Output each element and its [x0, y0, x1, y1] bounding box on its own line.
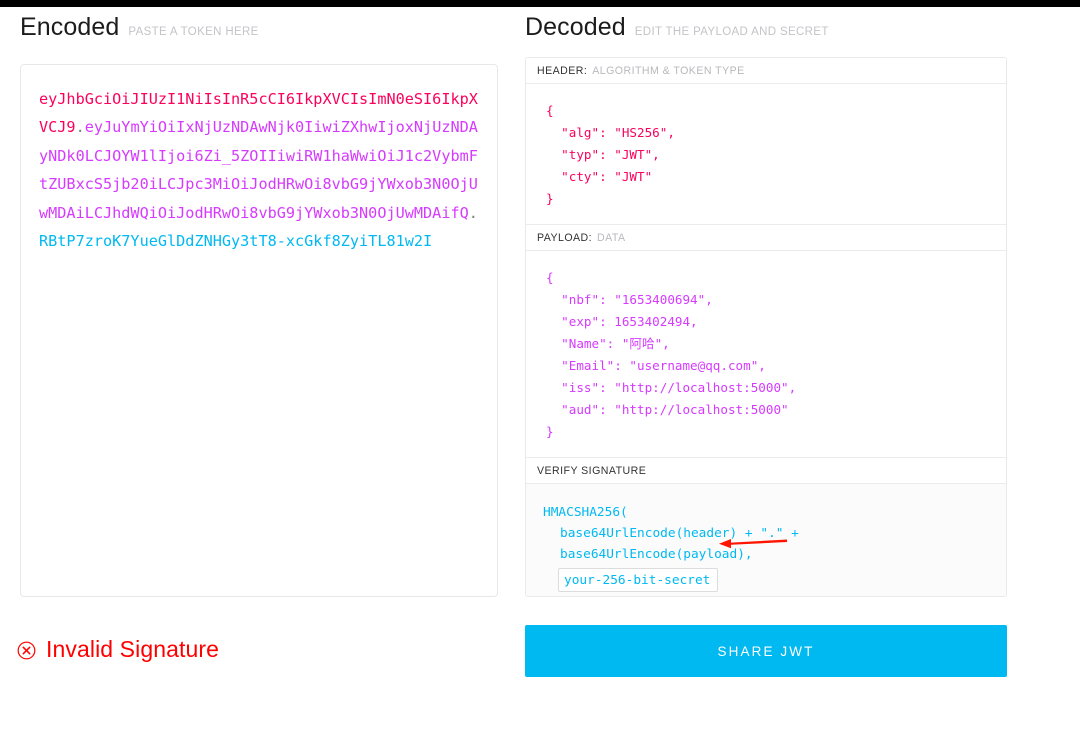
token-payload-part: eyJuYmYiOiIxNjUzNDAwNjk0IiwiZXhwIjoxNjUz… [39, 118, 478, 222]
payload-section-label: PAYLOAD: DATA [526, 225, 1006, 251]
secret-input[interactable] [558, 568, 718, 592]
encoded-subtitle: PASTE A TOKEN HERE [128, 26, 259, 38]
header-label-trail: ALGORITHM & TOKEN TYPE [592, 64, 745, 77]
decoded-panel-heading: Decoded EDIT THE PAYLOAD AND SECRET [525, 13, 829, 42]
base64-header-line: base64UrlEncode(header) + "." + [560, 526, 799, 541]
header-section-label: HEADER: ALGORITHM & TOKEN TYPE [526, 58, 1006, 84]
token-separator-2: . [468, 203, 478, 222]
header-section-body[interactable]: { "alg": "HS256", "typ": "JWT", "cty": "… [526, 84, 1006, 225]
payload-json-code[interactable]: { "nbf": "1653400694", "exp": 1653402494… [526, 267, 1006, 443]
header-label-lead: HEADER: [537, 64, 588, 77]
header-json-code[interactable]: { "alg": "HS256", "typ": "JWT", "cty": "… [526, 100, 1006, 210]
error-circle-x-icon [17, 641, 36, 660]
payload-section-body[interactable]: { "nbf": "1653400694", "exp": 1653402494… [526, 251, 1006, 458]
verify-close-row: ) secret base64 encoded [526, 592, 1006, 596]
secret-row [526, 565, 1006, 592]
verify-section-label: VERIFY SIGNATURE [526, 458, 1006, 484]
decoded-subtitle: EDIT THE PAYLOAD AND SECRET [634, 26, 829, 38]
encoded-title: Encoded [20, 13, 120, 41]
base64-payload-line: base64UrlEncode(payload), [560, 547, 753, 562]
payload-label-lead: PAYLOAD: [537, 231, 593, 244]
status-badge: Invalid Signature [17, 636, 219, 663]
verify-section-body: HMACSHA256( base64UrlEncode(header) + ".… [526, 484, 1006, 596]
encoded-panel-heading: Encoded PASTE A TOKEN HERE [20, 13, 259, 42]
token-separator-1: . [75, 118, 85, 137]
encoded-token-box[interactable]: eyJhbGciOiJIUzI1NiIsInR5cCI6IkpXVCIsImN0… [20, 64, 498, 597]
token-signature-part: RBtP7zroK7YueGlDdZNHGy3tT8-xcGkf8ZyiTL81… [39, 232, 433, 251]
hmac-line: HMACSHA256( [543, 505, 628, 520]
encoded-token-text[interactable]: eyJhbGciOiJIUzI1NiIsInR5cCI6IkpXVCIsImN0… [39, 85, 479, 255]
share-jwt-button[interactable]: SHARE JWT [525, 625, 1007, 677]
payload-label-trail: DATA [597, 231, 626, 244]
top-black-bar [0, 0, 1080, 7]
decoded-panel: HEADER: ALGORITHM & TOKEN TYPE { "alg": … [525, 57, 1007, 597]
decoded-title: Decoded [525, 13, 626, 41]
status-text: Invalid Signature [46, 636, 220, 662]
verify-label-lead: VERIFY SIGNATURE [537, 464, 647, 477]
